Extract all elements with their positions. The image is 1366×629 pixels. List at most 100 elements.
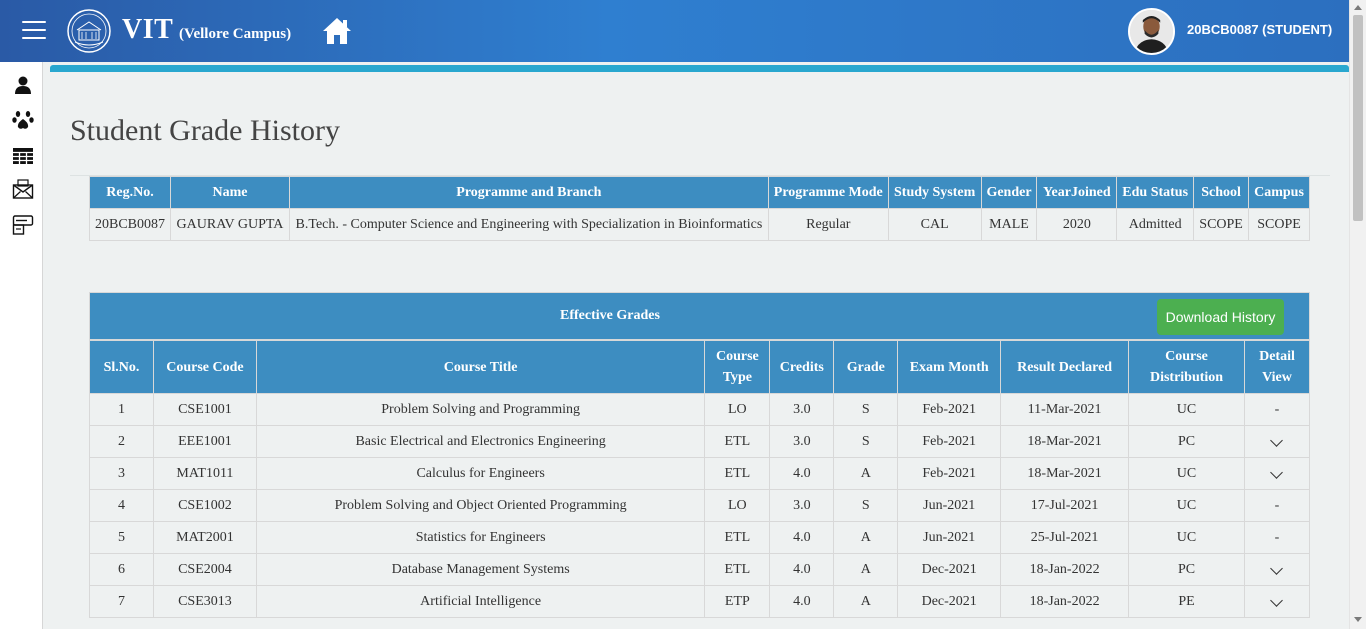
exam-month-cell: Feb-2021 [897,425,1002,458]
course-code-cell: CSE2004 [152,553,257,586]
course-code-cell: MAT2001 [152,521,257,554]
school-value: SCOPE [1193,208,1250,241]
scroll-thumb[interactable] [1353,15,1363,221]
credits-cell: 4.0 [769,521,835,554]
sl-no-cell: 6 [89,553,154,586]
col-school: School [1193,176,1250,209]
detail-view-cell[interactable] [1243,585,1311,618]
mail-icon[interactable] [12,179,34,201]
exam-month-cell: Feb-2021 [897,393,1002,426]
year-joined-value: 2020 [1036,208,1118,241]
scroll-up-arrow-icon[interactable] [1354,5,1362,10]
col-course-type-line2: Type [722,370,752,385]
distribution-cell: PC [1128,553,1245,586]
credits-cell: 4.0 [769,585,835,618]
sl-no-cell: 7 [89,585,154,618]
chevron-down-icon[interactable] [1270,561,1284,575]
col-exam-month: Exam Month [897,340,1002,394]
col-result-declared: Result Declared [1000,340,1130,394]
col-detail-line1: Detail [1259,349,1295,364]
distribution-cell: UC [1128,457,1245,490]
grade-cell: A [833,457,899,490]
paw-icon[interactable] [12,109,34,131]
col-reg-no: Reg.No. [88,176,172,209]
download-history-button[interactable]: Download History [1157,299,1284,335]
credits-cell: 4.0 [769,457,835,490]
course-type-cell: ETL [704,553,771,586]
grade-row: 7 CSE3013 Artificial Intelligence ETP 4.0 A De… [89,585,1311,618]
detail-view-cell: - [1243,521,1311,554]
chevron-down-icon[interactable] [1270,433,1284,447]
effective-grades-section: Effective Grades Download History Sl.No.… [89,292,1311,618]
col-campus: Campus [1248,176,1310,209]
grade-cell: S [833,489,899,522]
course-title-cell: Basic Electrical and Electronics Enginee… [255,425,706,458]
course-type-cell: LO [704,393,771,426]
name-value: GAURAV GUPTA [170,208,290,241]
grade-row: 3 MAT1011 Calculus for Engineers ETL 4.0 A Feb… [89,457,1311,490]
card-icon[interactable] [12,214,34,236]
result-declared-cell: 11-Mar-2021 [1000,393,1130,426]
result-declared-cell: 17-Jul-2021 [1000,489,1130,522]
col-sl-no: Sl.No. [89,340,154,394]
student-info-header-row: Reg.No. Name Programme and Branch Progra… [88,176,1310,209]
credits-cell: 3.0 [769,489,835,522]
grade-row: 5 MAT2001 Statistics for Engineers ETL 4.0 A J… [89,521,1311,554]
distribution-cell: PE [1128,585,1245,618]
col-detail-line2: View [1262,370,1292,385]
course-type-cell: ETL [704,457,771,490]
result-declared-cell: 18-Mar-2021 [1000,425,1130,458]
gender-value: MALE [980,208,1038,241]
reg-no-value: 20BCB0087 [88,208,172,241]
student-info-row: 20BCB0087 GAURAV GUPTA B.Tech. - Compute… [88,208,1310,241]
exam-month-cell: Dec-2021 [897,553,1002,586]
grades-header-row: Sl.No. Course Code Course Title Course Ty… [89,340,1311,394]
course-type-cell: LO [704,489,771,522]
detail-view-cell[interactable] [1243,425,1311,458]
col-year-joined: YearJoined [1036,176,1118,209]
exam-month-cell: Dec-2021 [897,585,1002,618]
sl-no-cell: 3 [89,457,154,490]
detail-view-cell: - [1243,489,1311,522]
col-course-type: Course Type [704,340,771,394]
brand-name: VIT [122,14,174,45]
chevron-down-icon[interactable] [1270,465,1284,479]
user-avatar[interactable] [1128,8,1175,55]
course-type-cell: ETP [704,585,771,618]
user-id-label[interactable]: 20BCB0087 (STUDENT) [1187,22,1332,37]
home-icon[interactable] [321,15,353,47]
page-scrollbar[interactable] [1349,0,1366,629]
user-icon[interactable] [12,74,34,96]
col-edu-status: Edu Status [1116,176,1195,209]
exam-month-cell: Jun-2021 [897,521,1002,554]
sl-no-cell: 5 [89,521,154,554]
detail-view-cell[interactable] [1243,457,1311,490]
sl-no-cell: 2 [89,425,154,458]
col-programme-mode: Programme Mode [767,176,889,209]
edu-status-value: Admitted [1116,208,1195,241]
col-programme: Programme and Branch [288,176,769,209]
grade-cell: S [833,393,899,426]
col-name: Name [170,176,290,209]
grade-row: 2 EEE1001 Basic Electrical and Electronics… [89,425,1311,458]
result-declared-cell: 18-Jan-2022 [1000,585,1130,618]
grades-table-body: 1 CSE1001 Problem Solving and Programming L… [89,393,1311,618]
hamburger-menu-icon[interactable] [22,21,46,41]
col-detail-view: Detail View [1243,340,1311,394]
effective-grades-header: Effective Grades Download History [89,292,1310,340]
grade-cell: A [833,585,899,618]
result-declared-cell: 18-Mar-2021 [1000,457,1130,490]
left-sidebar [0,62,43,629]
distribution-cell: UC [1128,521,1245,554]
table-icon[interactable] [12,145,34,167]
chevron-down-icon[interactable] [1270,593,1284,607]
course-title-cell: Problem Solving and Programming [255,393,706,426]
detail-view-cell[interactable] [1243,553,1311,586]
student-info-table: Reg.No. Name Programme and Branch Progra… [88,176,1310,241]
col-course-type-line1: Course [715,349,759,364]
result-declared-cell: 25-Jul-2021 [1000,521,1130,554]
sl-no-cell: 4 [89,489,154,522]
grades-table: Sl.No. Course Code Course Title Course Ty… [89,340,1311,618]
exam-month-cell: Jun-2021 [897,489,1002,522]
scroll-down-arrow-icon[interactable] [1354,617,1362,622]
